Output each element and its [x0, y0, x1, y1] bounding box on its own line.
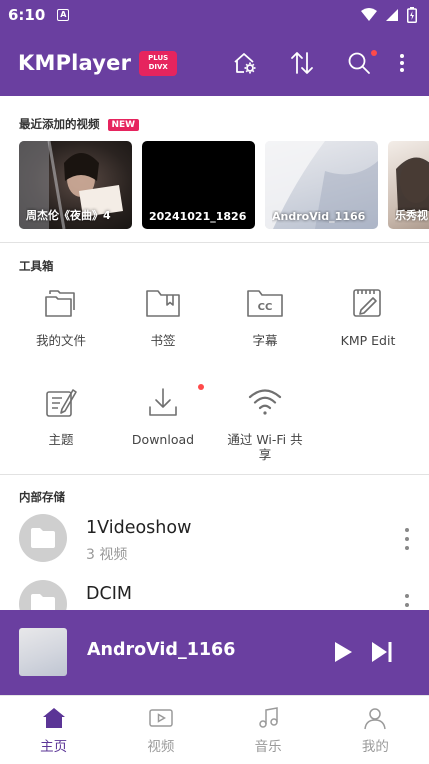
app-notification-icon: A — [57, 9, 70, 21]
battery-status-icon — [407, 7, 417, 23]
bottom-navigation: 主页 视频 音乐 我的 — [0, 695, 429, 764]
nav-label: 视频 — [147, 738, 175, 755]
tool-label: 字幕 — [252, 333, 278, 348]
svg-text:CC: CC — [258, 302, 273, 313]
edit-icon — [353, 289, 381, 317]
nav-video[interactable]: 视频 — [107, 696, 214, 764]
sort-icon — [290, 52, 313, 74]
mini-player[interactable]: AndroVid_1166 — [0, 610, 429, 695]
recent-video-title: 周杰伦《夜曲》4 — [26, 209, 111, 222]
recent-video-item[interactable]: 乐秀视 — [388, 141, 429, 229]
download-notification-dot — [198, 384, 204, 390]
new-badge: NEW — [107, 119, 140, 131]
tool-wifi-share[interactable]: 通过 Wi-Fi 共享 — [215, 382, 315, 462]
home-settings-button[interactable] — [216, 43, 273, 83]
signal-status-icon — [386, 9, 398, 21]
wifi-icon — [248, 389, 282, 415]
folder-video-count: 3 视频 — [86, 547, 128, 563]
home-icon — [42, 707, 65, 728]
recent-video-item[interactable]: 20241021_1826 — [142, 141, 255, 229]
recent-section-title: 最近添加的视频 NEW — [19, 116, 140, 132]
tool-label: 书签 — [150, 333, 176, 348]
next-track-icon[interactable] — [371, 641, 393, 663]
nav-label: 主页 — [40, 738, 68, 755]
status-time: 6:10 — [8, 6, 46, 24]
play-icon[interactable] — [333, 641, 353, 663]
folder-more-button[interactable] — [403, 528, 411, 550]
sort-button[interactable] — [273, 43, 330, 83]
recent-video-item[interactable]: AndroVid_1166 — [265, 141, 378, 229]
tool-theme[interactable]: 主题 — [11, 382, 111, 447]
search-button[interactable] — [330, 43, 387, 83]
recent-video-item[interactable]: 周杰伦《夜曲》4 — [19, 141, 132, 229]
folder-name: 1Videoshow — [86, 518, 192, 538]
header-actions — [216, 43, 417, 83]
nav-music[interactable]: 音乐 — [215, 696, 322, 764]
theme-icon — [46, 389, 77, 417]
app-header: KMPlayer PLUS DIVX — [0, 30, 429, 96]
tool-label: 通过 Wi-Fi 共享 — [227, 432, 303, 462]
search-notification-dot — [371, 50, 377, 56]
video-icon — [149, 708, 173, 727]
tool-bookmarks[interactable]: 书签 — [113, 283, 213, 348]
recent-video-list: 周杰伦《夜曲》4 20241021_1826 AndroVid_1166 乐秀视 — [19, 141, 429, 229]
nav-profile[interactable]: 我的 — [322, 696, 429, 764]
recent-video-title: 20241021_1826 — [149, 210, 247, 223]
search-icon — [348, 52, 370, 74]
status-bar: 6:10 A — [0, 0, 429, 30]
home-settings-icon — [233, 53, 255, 74]
tool-label: 我的文件 — [35, 333, 86, 348]
divider — [0, 474, 429, 475]
recent-video-title: AndroVid_1166 — [272, 210, 366, 223]
nav-label: 音乐 — [254, 738, 282, 755]
folder-row[interactable]: 1Videoshow 3 视频 — [0, 514, 429, 578]
subtitle-folder-icon: CC — [247, 290, 283, 317]
plus-divx-badge: PLUS DIVX — [139, 50, 178, 76]
folder-name: DCIM — [86, 584, 132, 604]
mini-player-thumbnail — [19, 628, 67, 676]
tool-kmp-edit[interactable]: KMP Edit — [318, 283, 418, 348]
folders-icon — [45, 290, 75, 317]
mini-player-title: AndroVid_1166 — [87, 640, 236, 660]
tool-label: KMP Edit — [340, 333, 396, 348]
badge-line-plus: PLUS — [148, 54, 169, 62]
status-icons — [361, 7, 417, 23]
folder-icon — [31, 528, 55, 548]
recent-video-title: 乐秀视 — [395, 209, 428, 222]
wifi-status-icon — [361, 8, 377, 21]
folder-avatar — [19, 514, 67, 562]
more-vertical-icon — [400, 54, 404, 72]
tool-label: Download — [131, 432, 195, 447]
tool-my-files[interactable]: 我的文件 — [11, 283, 111, 348]
tool-subtitles[interactable]: CC 字幕 — [215, 283, 315, 348]
user-icon — [364, 707, 387, 729]
app-logo: KMPlayer — [18, 51, 132, 75]
bookmark-folder-icon — [146, 290, 180, 317]
storage-section-title: 内部存储 — [19, 490, 65, 504]
tool-download[interactable]: Download — [113, 382, 213, 447]
badge-line-divx: DIVX — [148, 63, 168, 71]
tool-label: 主题 — [48, 432, 74, 447]
music-note-icon — [259, 706, 278, 728]
download-icon — [149, 388, 177, 416]
more-options-button[interactable] — [387, 43, 417, 83]
toolbox-section-title: 工具箱 — [19, 259, 54, 273]
nav-home[interactable]: 主页 — [0, 696, 107, 764]
divider — [0, 242, 429, 243]
recent-title-text: 最近添加的视频 — [19, 117, 100, 131]
app-root: 6:10 A KMPlayer PLUS DIVX 最近添加的视频 NEW 周杰… — [0, 0, 429, 764]
nav-label: 我的 — [361, 738, 389, 755]
